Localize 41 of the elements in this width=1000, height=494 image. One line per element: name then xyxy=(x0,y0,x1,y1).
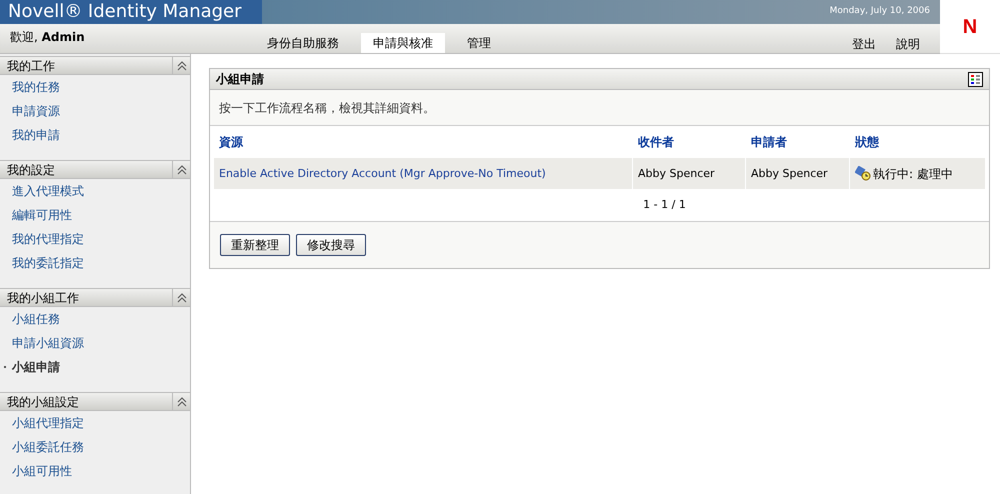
sidebar-link[interactable]: 申請資源 xyxy=(0,102,60,120)
instructions-text: 按一下工作流程名稱，檢視其詳細資料。 xyxy=(219,100,435,116)
clock-status-icon xyxy=(855,166,871,181)
header-link[interactable]: 說明 xyxy=(896,35,920,53)
sidebar-link[interactable]: 我的任務 xyxy=(0,78,60,96)
nav-tab[interactable]: 身份自助服務 xyxy=(255,33,351,53)
section-title: 我的設定 xyxy=(6,162,56,178)
action-button[interactable]: 修改搜尋 xyxy=(296,234,366,256)
panel-title: 小組申請 xyxy=(216,71,265,88)
section-title: 我的小組工作 xyxy=(6,290,80,306)
sidebar-link[interactable]: 小組可用性 xyxy=(0,462,72,480)
date-text: Monday, July 10, 2006 xyxy=(830,5,930,18)
nav-tab[interactable]: 管理 xyxy=(455,33,503,53)
section-title: 我的小組設定 xyxy=(6,394,80,410)
nav-tab[interactable]: 申請與核准 xyxy=(361,33,445,53)
sidebar-link[interactable]: 小組委託任務 xyxy=(0,438,84,456)
sidebar-link[interactable]: 我的代理指定 xyxy=(0,230,84,248)
sidebar-link[interactable]: 進入代理模式 xyxy=(0,182,84,200)
status-text: 執行中: 處理中 xyxy=(873,166,953,182)
column-header[interactable]: 申請者 xyxy=(751,135,787,149)
sidebar-link[interactable]: 我的申請 xyxy=(0,126,60,144)
sidebar-link[interactable]: 我的委託指定 xyxy=(0,254,84,272)
logo-text: N xyxy=(962,14,978,40)
recipient-cell: Abby Spencer xyxy=(638,167,715,180)
column-header[interactable]: 狀態 xyxy=(855,135,879,149)
sidebar-link[interactable]: 申請小組資源 xyxy=(0,334,84,352)
sidebar-link[interactable]: 小組任務 xyxy=(0,310,60,328)
welcome-text: 歡迎, Admin xyxy=(9,29,86,46)
pagination-text: 1 - 1 / 1 xyxy=(642,196,686,213)
column-header[interactable]: 收件者 xyxy=(638,135,674,149)
column-header[interactable]: 資源 xyxy=(219,135,243,149)
action-button[interactable]: 重新整理 xyxy=(220,234,290,256)
app-title: Novell® Identity Manager xyxy=(0,0,262,24)
sidebar-link[interactable]: 小組代理指定 xyxy=(0,414,84,432)
section-title: 我的工作 xyxy=(6,58,56,74)
selected-marker-icon xyxy=(4,366,6,368)
requester-cell: Abby Spencer xyxy=(751,167,828,180)
sidebar-link[interactable]: 編輯可用性 xyxy=(0,206,72,224)
grid-icon[interactable] xyxy=(968,72,983,86)
header-link[interactable]: 登出 xyxy=(852,35,876,53)
sidebar-link[interactable]: 小組申請 xyxy=(0,358,60,376)
